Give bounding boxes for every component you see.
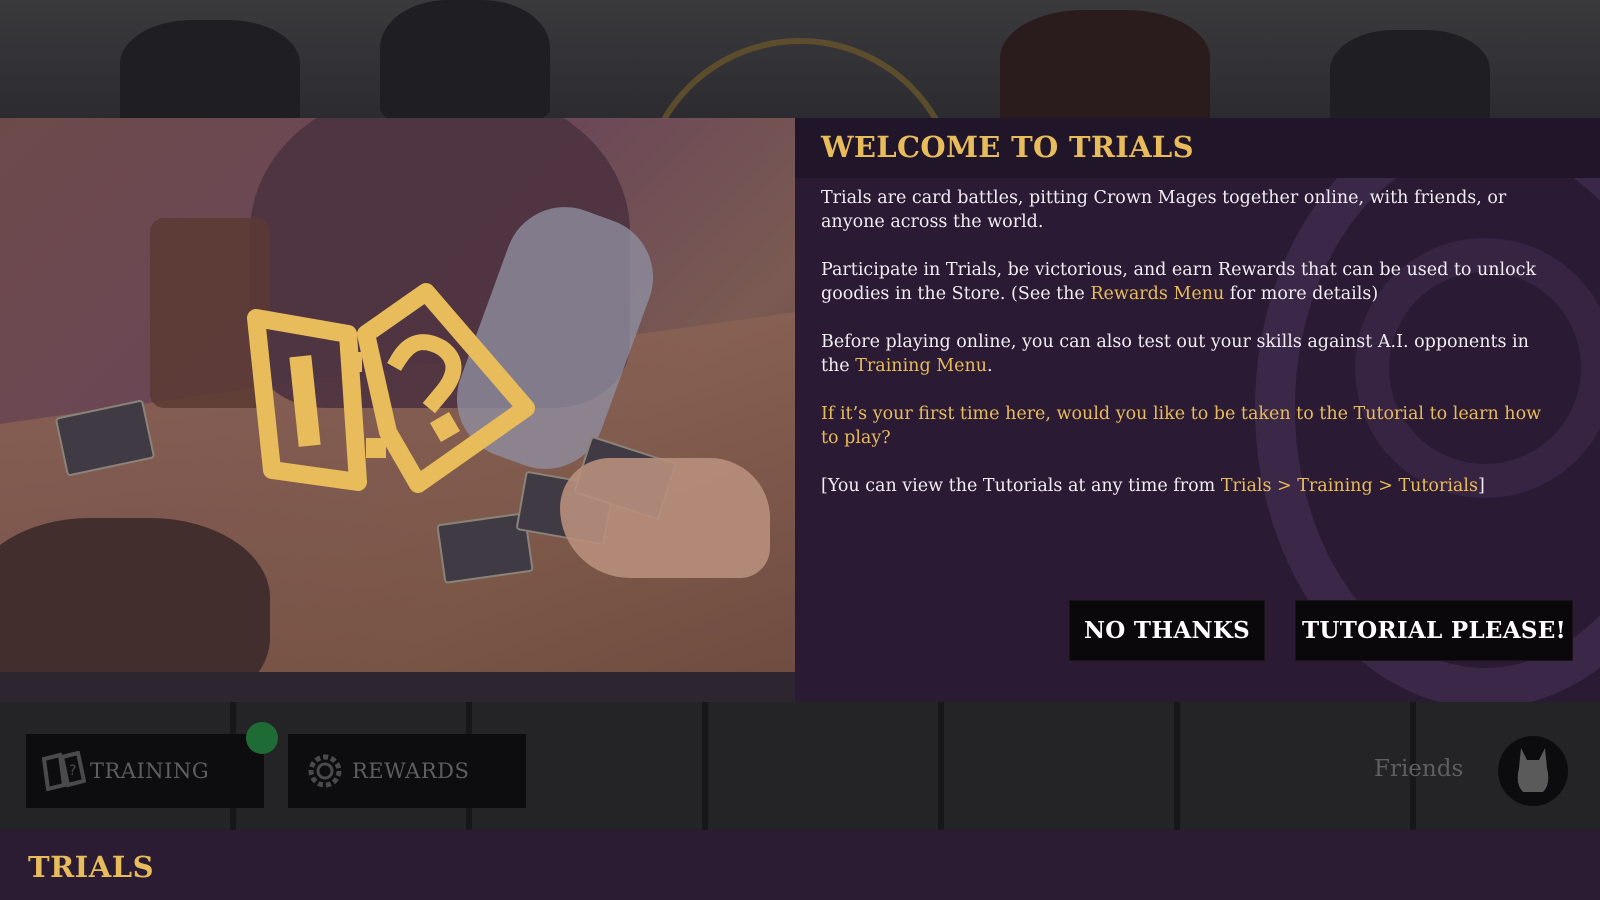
- background-character-left: [120, 20, 300, 118]
- training-button[interactable]: ? TRAINING: [26, 734, 264, 808]
- trials-action-bar: ? TRAINING REWARDS: [0, 702, 1600, 830]
- background-character-hooded: [1000, 10, 1210, 118]
- background-character-art: [0, 0, 1600, 118]
- rewards-paragraph: Participate in Trials, be victorious, an…: [821, 260, 1537, 304]
- friends-avatar[interactable]: [1498, 736, 1568, 806]
- training-paragraph: Before playing online, you can also test…: [821, 332, 1529, 376]
- rewards-menu-link[interactable]: Rewards Menu: [1090, 284, 1224, 304]
- tutorials-path-link[interactable]: Trials > Training > Tutorials: [1221, 476, 1478, 496]
- tutorial-hint: [You can view the Tutorials at any time …: [821, 476, 1485, 496]
- rewards-button-label: REWARDS: [352, 759, 470, 783]
- svg-text:?: ?: [69, 763, 77, 779]
- rewards-button[interactable]: REWARDS: [288, 734, 526, 808]
- background-character-horned: [380, 0, 550, 118]
- page-title: TRIALS: [28, 850, 155, 884]
- training-menu-link[interactable]: Training Menu: [855, 356, 987, 376]
- card-question-icon: ?: [38, 749, 88, 793]
- tutorial-please-button[interactable]: TUTORIAL PLEASE!: [1295, 600, 1573, 661]
- card-question-icon: [238, 282, 548, 516]
- training-button-label: TRAINING: [90, 759, 210, 783]
- dialog-illustration: [0, 118, 795, 672]
- footer-bar: [0, 830, 1600, 900]
- background-character-right: [1330, 30, 1490, 118]
- dialog-title: WELCOME TO TRIALS: [821, 130, 1194, 164]
- no-thanks-button[interactable]: NO THANKS: [1069, 600, 1265, 661]
- tutorial-question: If it’s your first time here, would you …: [821, 404, 1542, 448]
- welcome-dialog: WELCOME TO TRIALS Trials are card battle…: [0, 118, 1600, 702]
- dialog-content-panel: WELCOME TO TRIALS Trials are card battle…: [795, 118, 1600, 702]
- cat-silhouette-icon: [1513, 744, 1553, 798]
- intro-paragraph: Trials are card battles, pitting Crown M…: [821, 188, 1507, 232]
- friends-label[interactable]: Friends: [1374, 756, 1463, 782]
- gear-badge-icon: [300, 749, 350, 793]
- dialog-body: Trials are card battles, pitting Crown M…: [821, 186, 1551, 522]
- background-ring-decoration: [640, 38, 960, 118]
- training-notification-dot: [246, 722, 278, 754]
